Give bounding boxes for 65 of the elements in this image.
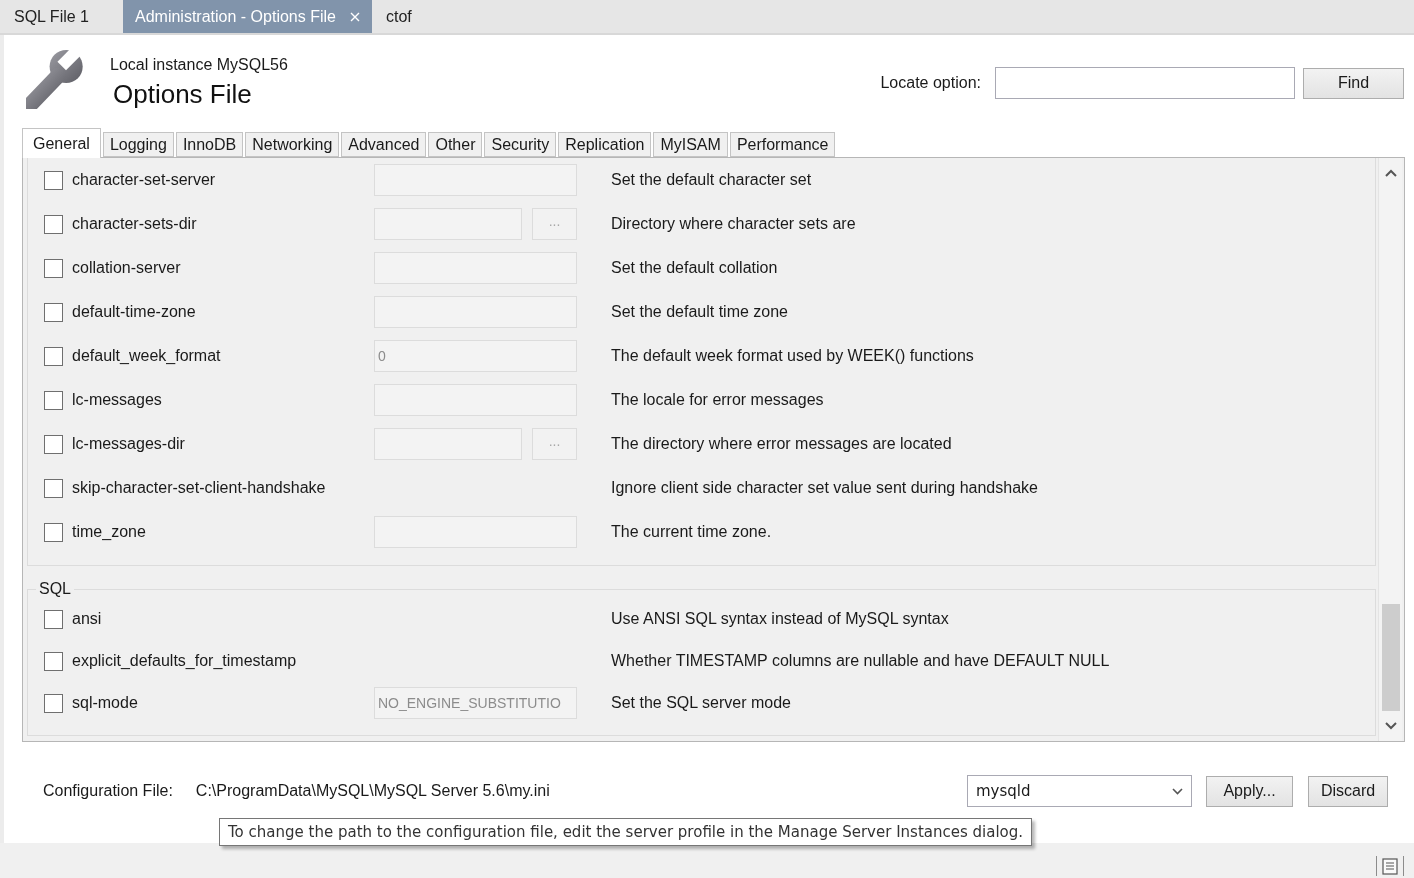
scrollbar[interactable] [1378,158,1402,741]
option-checkbox[interactable] [44,346,63,366]
option-checkbox[interactable] [44,693,63,713]
config-file-label: Configuration File: [43,782,173,800]
locate-label: Locate option: [880,74,981,92]
option-name: sql-mode [72,694,139,712]
locate-field[interactable] [995,67,1295,99]
option-checkbox[interactable] [44,609,63,629]
option-checkbox[interactable] [44,258,63,278]
option-description: Set the SQL server mode [610,694,792,712]
option-checkbox[interactable] [44,390,63,410]
option-description: Directory where character sets are [610,215,857,233]
instance-name: Local instance MySQL56 [110,55,288,75]
close-icon[interactable] [349,11,360,22]
option-name: skip-character-set-client-handshake [72,479,327,497]
option-description: Whether TIMESTAMP columns are nullable and have DEFAULT NULL [610,652,1111,670]
option-description: The default week format used by WEEK() functions [610,347,975,365]
option-checkbox[interactable] [44,434,63,454]
section-dropdown[interactable]: mysqld [967,775,1192,807]
scroll-up-icon[interactable] [1384,169,1397,177]
option-checkbox[interactable] [44,302,63,322]
page-title: Options File [113,78,253,111]
option-tab[interactable]: Advanced [341,132,427,157]
option-checkbox[interactable] [44,478,63,498]
scrollbar-thumb[interactable] [1381,604,1400,711]
option-tab[interactable]: Replication [558,132,652,157]
option-tab[interactable]: Networking [245,132,340,157]
scroll-down-icon[interactable] [1384,722,1397,730]
chevron-down-icon [1172,787,1183,795]
config-file-path: C:\ProgramData\MySQL\MySQL Server 5.6\my.ini [195,782,550,800]
option-checkbox[interactable] [44,214,63,234]
option-tab[interactable]: Other [428,132,483,157]
option-tab[interactable]: General [22,128,101,158]
option-name: ansi [72,610,103,628]
option-description: Set the default time zone [610,303,789,321]
option-tab[interactable]: Performance [729,132,836,157]
option-name: character-set-server [72,171,217,189]
group-title: SQL [38,580,72,598]
option-tab[interactable]: Security [484,132,557,157]
option-name: explicit_defaults_for_timestamp [72,652,298,670]
option-checkbox[interactable] [44,522,63,542]
option-description: The locale for error messages [610,391,825,409]
tooltip: To change the path to the configuration file, edit the server profile in the Manage Server Instances dialog. [219,818,1033,846]
option-tab[interactable]: InnoDB [175,132,244,157]
option-name: lc-messages-dir [72,435,186,453]
option-name: time_zone [72,523,147,541]
apply-button[interactable]: Apply... [1206,775,1293,807]
option-description: Use ANSI SQL syntax instead of MySQL syntax [610,610,950,628]
discard-button[interactable]: Discard [1308,775,1388,807]
option-description: Ignore client side character set value sent during handshake [610,479,1039,497]
option-name: default-time-zone [72,303,197,321]
option-tab[interactable]: MyISAM [653,132,728,157]
option-checkbox[interactable] [44,651,63,671]
option-name: default_week_format [72,347,222,365]
option-description: The current time zone. [610,523,773,541]
option-name: character-sets-dir [72,215,198,233]
document-icon[interactable] [1382,857,1398,875]
option-name: collation-server [72,259,182,277]
option-description: Set the default character set [610,171,813,189]
option-description: The directory where error messages are located [610,435,953,453]
option-name: lc-messages [72,391,163,409]
option-description: Set the default collation [610,259,779,277]
option-tab[interactable]: Logging [102,132,174,157]
find-button[interactable]: Find [1303,67,1404,99]
option-checkbox[interactable] [44,170,63,190]
